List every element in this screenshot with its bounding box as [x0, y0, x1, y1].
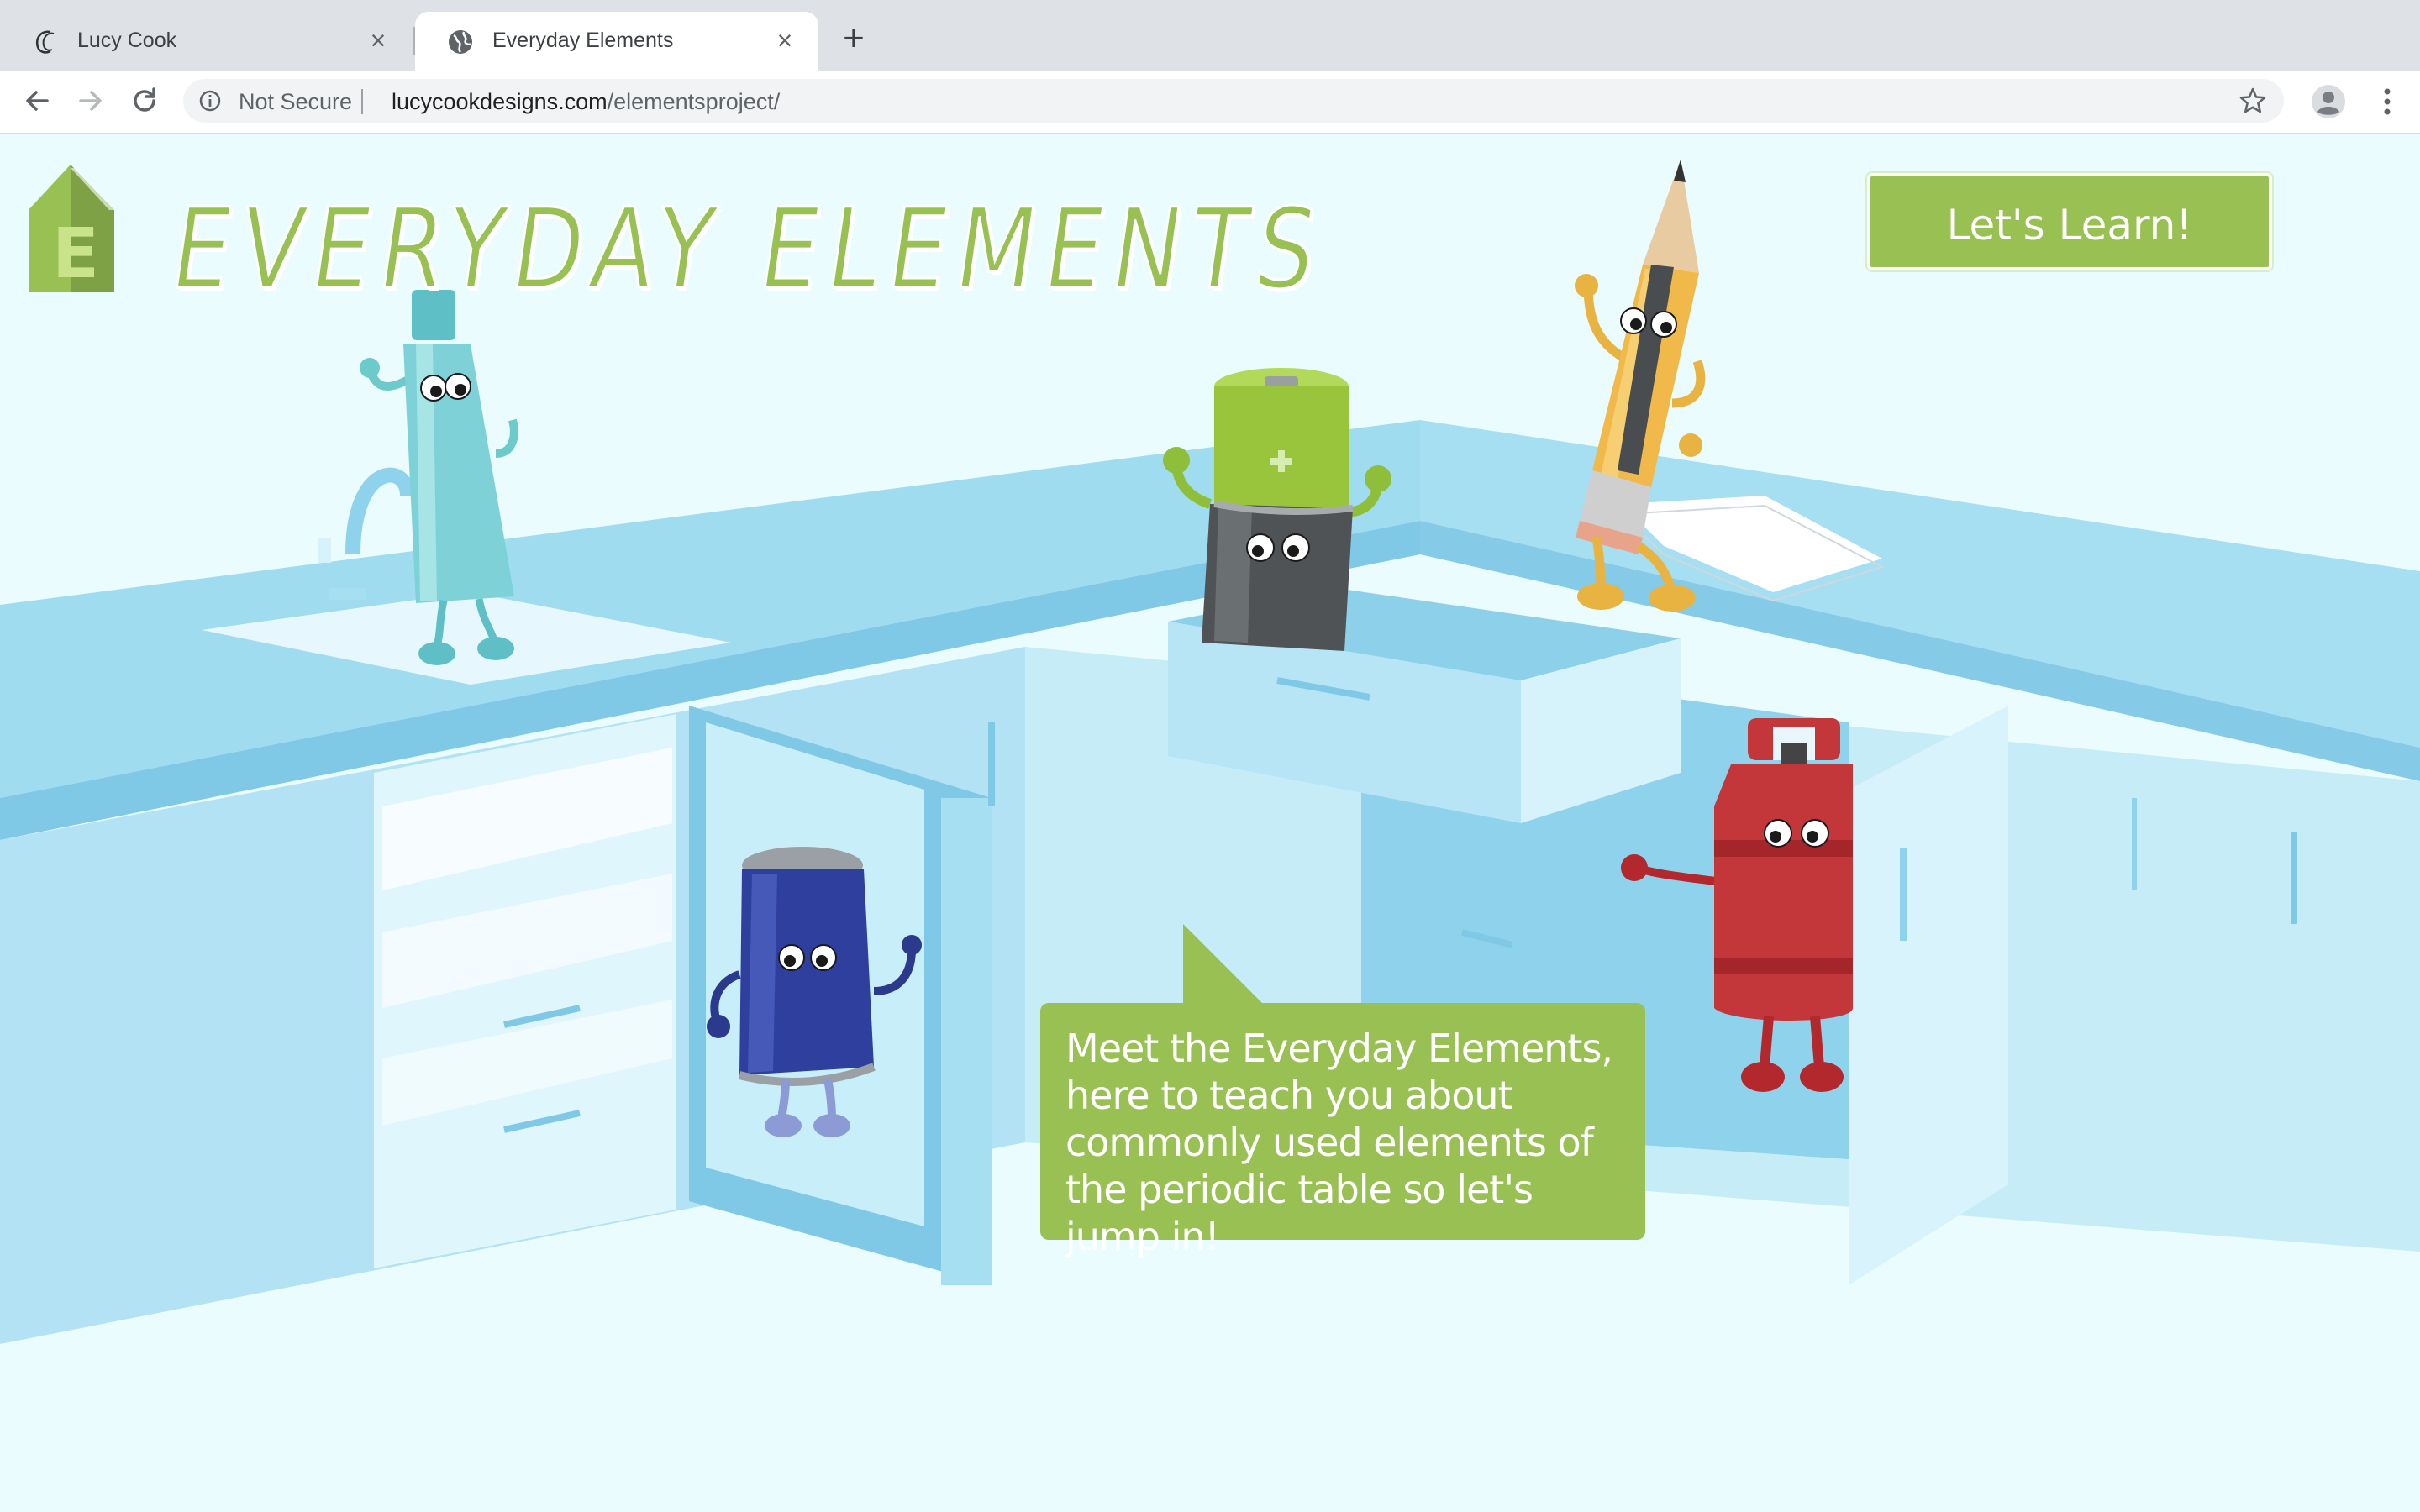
globe-icon: [449, 30, 472, 54]
close-tab-icon[interactable]: ×: [361, 24, 395, 57]
bookmark-star-icon[interactable]: [2238, 87, 2267, 115]
lets-learn-button[interactable]: Let's Learn!: [1867, 173, 2272, 270]
forward-arrow-icon[interactable]: [72, 82, 109, 119]
right-cabinet-door: [1849, 706, 2008, 1285]
new-tab-button[interactable]: +: [837, 20, 871, 57]
logo-letter: E: [52, 214, 99, 294]
back-arrow-icon[interactable]: [18, 82, 55, 119]
url-path: /elementsproject/: [607, 89, 781, 114]
close-tab-icon[interactable]: ×: [768, 24, 802, 57]
site-title: EVERYDAY ELEMENTS: [165, 186, 1334, 314]
security-status-label: Not Secure: [239, 89, 353, 114]
intro-message: Meet the Everyday Elements, here to teac…: [1065, 1026, 1613, 1259]
tab-strip: Lucy Cook × Everyday Elements × +: [0, 0, 2420, 71]
address-bar[interactable]: Not Secure lucycookdesigns.com/elementsp…: [183, 79, 2284, 123]
reload-icon[interactable]: [126, 82, 163, 119]
lucy-cook-favicon-icon: [36, 30, 55, 54]
kitchen-scene-illustration: [0, 160, 2420, 1344]
speech-bubble: Meet the Everyday Elements, here to teac…: [1040, 1003, 1645, 1259]
more-menu-icon[interactable]: [2370, 84, 2405, 119]
site-title-group: EVERYDAY ELEMENTS EVERYDAY ELEMENTS: [163, 184, 1336, 318]
url-text[interactable]: lucycookdesigns.com/elementsproject/: [392, 89, 780, 115]
url-divider: [361, 89, 363, 114]
tab-everyday-elements[interactable]: Everyday Elements ×: [415, 12, 818, 71]
info-icon[interactable]: [198, 89, 222, 113]
tab-title: Everyday Elements: [492, 29, 674, 52]
tab-title: Lucy Cook: [77, 29, 177, 52]
tab-lucy-cook[interactable]: Lucy Cook ×: [0, 12, 412, 71]
site-header: E EVERYDAY ELEMENTS EVERYDAY ELEMENTS: [29, 165, 1336, 318]
browser-toolbar: Not Secure lucycookdesigns.com/elementsp…: [0, 71, 2420, 134]
url-domain: lucycookdesigns.com: [392, 89, 608, 114]
faucet: [345, 467, 415, 555]
speech-bubble-tail: [1183, 924, 1267, 1008]
page-content: E EVERYDAY ELEMENTS EVERYDAY ELEMENTS Le…: [0, 134, 2420, 1512]
site-logo-icon[interactable]: E: [29, 165, 114, 294]
profile-avatar-icon[interactable]: [2311, 84, 2346, 119]
